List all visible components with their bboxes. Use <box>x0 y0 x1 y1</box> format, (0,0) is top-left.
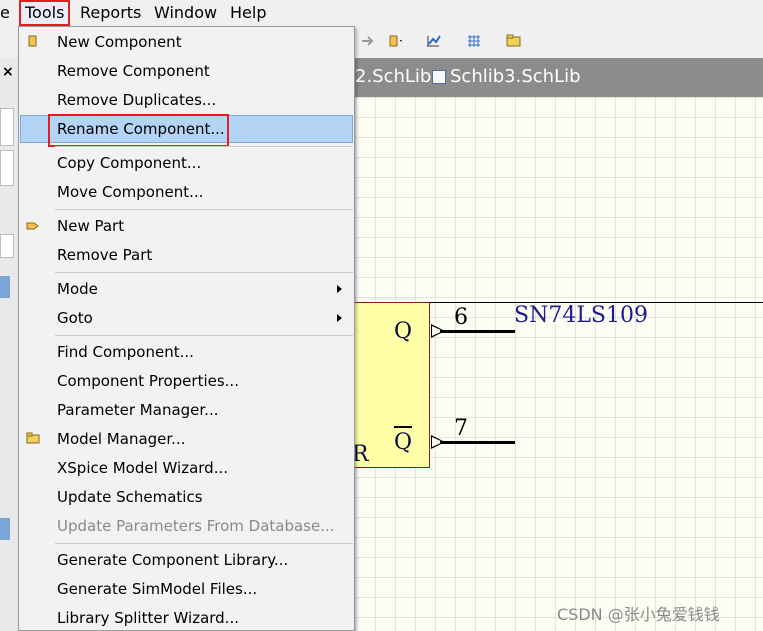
submenu-arrow-icon <box>337 285 342 293</box>
pin-inversion-bar <box>394 426 412 428</box>
menu-item-generate-component-library[interactable]: Generate Component Library... <box>57 547 288 573</box>
menu-item-remove-component[interactable]: Remove Component <box>57 58 210 84</box>
panel-field[interactable] <box>0 150 14 186</box>
menu-item-goto[interactable]: Goto <box>57 305 93 331</box>
menu-help[interactable]: Help <box>230 3 266 23</box>
menu-item-find-component[interactable]: Find Component... <box>57 339 194 365</box>
menu-item-component-properties[interactable]: Component Properties... <box>57 368 239 394</box>
component-designator: SN74LS109 <box>514 303 648 328</box>
folder-icon[interactable] <box>506 34 522 48</box>
grid-dropdown-icon[interactable] <box>466 34 482 48</box>
menu-item-model-manager[interactable]: Model Manager... <box>57 426 185 452</box>
menu-item-new-part[interactable]: New Part <box>57 213 124 239</box>
panel-selected-row[interactable] <box>0 276 10 298</box>
menu-separator <box>55 543 353 544</box>
menu-separator <box>55 209 353 210</box>
panel-field[interactable] <box>0 108 14 146</box>
panel-dropdown[interactable] <box>0 234 14 258</box>
menu-item-library-splitter-wizard[interactable]: Library Splitter Wizard... <box>57 605 239 631</box>
watermark: CSDN @张小兔爱钱钱 <box>557 605 720 624</box>
pin-name-q: Q <box>394 319 413 344</box>
tab-schlib2[interactable]: 2.SchLib <box>355 66 431 87</box>
panel-selected-row[interactable] <box>0 518 10 540</box>
menu-reports[interactable]: Reports <box>80 3 141 23</box>
menu-item-remove-duplicates[interactable]: Remove Duplicates... <box>57 87 216 113</box>
close-icon[interactable]: × <box>2 64 14 80</box>
menu-tools[interactable]: Tools <box>25 3 64 23</box>
pin-number-7: 7 <box>454 416 468 441</box>
tools-menu: New Component Remove Component Remove Du… <box>18 26 355 631</box>
menu-item-xspice-model-wizard[interactable]: XSpice Model Wizard... <box>57 455 228 481</box>
tab-schlib3[interactable]: Schlib3.SchLib <box>450 66 581 87</box>
rename-annotation-box <box>48 114 229 147</box>
component-icon <box>28 35 37 47</box>
folder-icon <box>26 432 40 444</box>
menu-item-new-component[interactable]: New Component <box>57 29 182 55</box>
pin-number-6: 6 <box>454 305 468 330</box>
menu-separator <box>55 335 353 336</box>
schlib-file-icon <box>432 70 446 84</box>
pin-name-q-inverted: Q <box>394 430 413 455</box>
menu-bar: e Tools Reports Window Help <box>0 0 763 26</box>
menu-item-update-parameters-from-database: Update Parameters From Database... <box>57 517 335 535</box>
menu-separator <box>55 272 353 273</box>
submenu-arrow-icon <box>337 314 342 322</box>
menu-item-parameter-manager[interactable]: Parameter Manager... <box>57 397 218 423</box>
new-part-icon <box>26 222 39 230</box>
graph-dropdown-icon[interactable] <box>426 34 442 48</box>
menu-item-move-component[interactable]: Move Component... <box>57 179 203 205</box>
menu-window[interactable]: Window <box>154 3 217 23</box>
menu-edit[interactable]: e <box>0 3 10 23</box>
part-dropdown-icon[interactable] <box>388 34 404 48</box>
pin-line-7[interactable] <box>440 441 515 444</box>
menu-item-update-schematics[interactable]: Update Schematics <box>57 484 203 510</box>
menu-separator <box>55 146 353 147</box>
arrow-right-icon[interactable] <box>360 34 376 48</box>
menu-item-mode[interactable]: Mode <box>57 276 98 302</box>
pin-line-6[interactable] <box>440 330 515 333</box>
menu-item-generate-simmodel-files[interactable]: Generate SimModel Files... <box>57 576 257 602</box>
menu-item-copy-component[interactable]: Copy Component... <box>57 150 201 176</box>
menu-item-remove-part[interactable]: Remove Part <box>57 242 152 268</box>
